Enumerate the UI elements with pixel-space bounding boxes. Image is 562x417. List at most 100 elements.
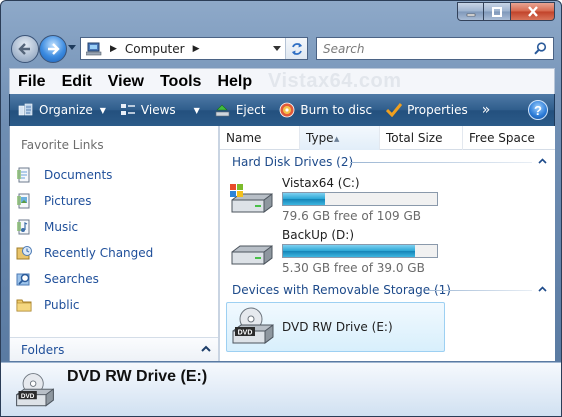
breadcrumb-computer[interactable]: Computer [125, 42, 185, 56]
menu-tools[interactable]: Tools [160, 73, 201, 91]
command-bar: Organize ▼ Views ▼ Eject Burn to disc Pr… [9, 94, 555, 126]
group-header-hard-disks[interactable]: Hard Disk Drives (2) [232, 155, 353, 169]
views-button[interactable]: Views ▼ [120, 103, 200, 117]
column-header-type[interactable]: Type ▲ [300, 126, 380, 150]
hard-drive-icon [231, 245, 273, 265]
dvd-drive-icon: DVD [16, 373, 54, 407]
drive-name: DVD RW Drive (E:) [282, 320, 393, 334]
hard-drive-windows-icon [230, 184, 273, 213]
maximize-button[interactable] [484, 2, 511, 21]
nav-item-pictures[interactable]: Pictures [16, 188, 153, 214]
folders-label: Folders [21, 342, 65, 357]
computer-icon [86, 42, 102, 55]
eject-label: Eject [235, 103, 266, 117]
public-folder-icon [16, 297, 32, 313]
drive-name: BackUp (D:) [282, 228, 354, 242]
breadcrumb-separator[interactable]: ▶ [193, 44, 200, 54]
drive-usage-bar [282, 192, 438, 206]
dvd-label: DVD [238, 330, 253, 337]
back-button[interactable] [11, 35, 39, 63]
drive-item-d[interactable]: BackUp (D:) 5.30 GB free of 39.0 GB [224, 226, 444, 275]
group-header-removable[interactable]: Devices with Removable Storage (1) [232, 283, 451, 297]
maximize-icon [492, 6, 502, 17]
column-header-type-label: Type [306, 131, 334, 145]
search-box[interactable]: Search [316, 37, 554, 60]
drive-item-e[interactable]: DVD DVD RW Drive (E:) [226, 302, 445, 352]
eject-button[interactable]: Eject [214, 103, 266, 117]
organize-button[interactable]: Organize ▼ [18, 103, 106, 117]
group-divider [426, 290, 532, 291]
views-label: Views [140, 103, 176, 117]
nav-item-label: Documents [44, 168, 113, 182]
forward-button[interactable] [39, 35, 67, 63]
navigation-pane: Favorite Links Documents Pictures Music [9, 126, 220, 361]
nav-item-music[interactable]: Music [16, 214, 153, 240]
drive-free-space: 5.30 GB free of 39.0 GB [282, 261, 425, 275]
recently-changed-icon [16, 245, 32, 261]
drive-item-c[interactable]: Vistax64 (C:) 79.6 GB free of 109 GB [224, 174, 444, 223]
burn-disc-icon [279, 102, 295, 118]
menu-view[interactable]: View [108, 73, 144, 91]
close-icon [527, 6, 538, 17]
nav-item-public[interactable]: Public [16, 292, 153, 318]
documents-icon [16, 167, 32, 183]
help-button[interactable]: ? [528, 100, 548, 120]
group-divider [350, 162, 532, 163]
forward-arrow-icon [48, 43, 60, 55]
address-dropdown-icon[interactable] [273, 46, 281, 52]
more-commands-button[interactable]: » [482, 102, 491, 118]
nav-item-recently-changed[interactable]: Recently Changed [16, 240, 153, 266]
recent-pages-dropdown-icon[interactable] [68, 45, 76, 51]
drive-usage-fill [283, 245, 416, 257]
music-icon [16, 219, 32, 235]
minimize-button[interactable] [457, 2, 484, 21]
nav-item-label: Music [44, 220, 79, 234]
address-bar[interactable]: ▶ Computer ▶ [80, 37, 308, 60]
nav-item-documents[interactable]: Documents [16, 162, 153, 188]
menu-help[interactable]: Help [217, 73, 252, 91]
organize-label: Organize [39, 103, 93, 117]
pictures-icon [16, 193, 32, 209]
burn-label: Burn to disc [300, 103, 373, 117]
nav-item-searches[interactable]: Searches [16, 266, 153, 292]
minimize-icon [466, 13, 475, 16]
caption-buttons [457, 2, 555, 22]
details-pane: DVD DVD RW Drive (E:) [1, 362, 561, 416]
chevron-down-icon: ▼ [193, 105, 200, 115]
refresh-icon [291, 42, 302, 55]
explorer-window: ▶ Computer ▶ Search File Edit View Tools… [0, 0, 562, 417]
checkmark-icon [386, 103, 403, 117]
search-icon[interactable] [534, 42, 547, 55]
column-header-total-size[interactable]: Total Size [380, 126, 463, 150]
favorite-links-list: Documents Pictures Music Recently Change… [16, 162, 153, 318]
menu-file[interactable]: File [18, 73, 46, 91]
search-input[interactable]: Search [323, 42, 534, 56]
chevron-down-icon: ▼ [99, 105, 106, 115]
drive-free-space: 79.6 GB free of 109 GB [282, 209, 421, 223]
drive-name: Vistax64 (C:) [282, 176, 360, 190]
nav-item-label: Searches [44, 272, 99, 286]
back-arrow-icon [18, 43, 30, 55]
menu-bar: File Edit View Tools Help Vistax64.com [9, 68, 555, 94]
favorite-links-title: Favorite Links [21, 138, 104, 152]
views-icon [120, 103, 136, 117]
column-header-free-space[interactable]: Free Space [463, 126, 555, 150]
breadcrumb-separator[interactable]: ▶ [110, 44, 117, 54]
organize-icon [18, 103, 34, 117]
burn-to-disc-button[interactable]: Burn to disc [279, 102, 372, 118]
eject-icon [214, 103, 231, 117]
menu-edit[interactable]: Edit [62, 73, 92, 91]
refresh-button[interactable] [285, 38, 307, 59]
column-header-name[interactable]: Name [220, 126, 300, 150]
properties-label: Properties [407, 103, 468, 117]
dvd-drive-icon: DVD [232, 307, 274, 344]
nav-item-label: Recently Changed [44, 246, 154, 260]
sort-ascending-icon: ▲ [334, 135, 340, 143]
folders-bar[interactable]: Folders [10, 337, 220, 361]
column-headers: Name Type ▲ Total Size Free Space [220, 126, 555, 150]
close-button[interactable] [511, 2, 555, 21]
properties-button[interactable]: Properties [386, 103, 468, 117]
dvd-label: DVD [21, 393, 35, 400]
chevron-up-icon[interactable] [538, 158, 547, 164]
chevron-up-icon[interactable] [538, 286, 547, 292]
